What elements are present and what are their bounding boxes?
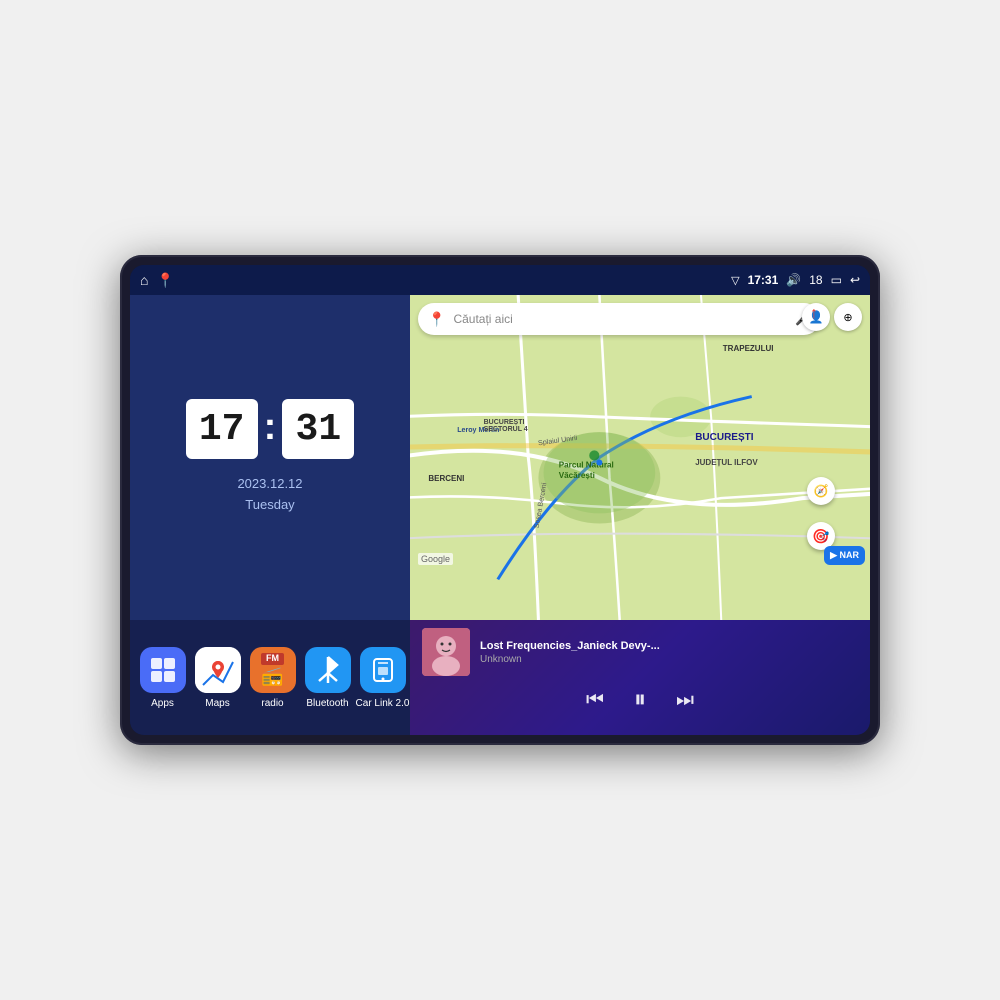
right-section: Parcul Natural Văcărești Leroy Merlin Sp… <box>410 295 870 735</box>
music-info: Lost Frequencies_Janieck Devy-... Unknow… <box>422 628 858 676</box>
app-item-radio[interactable]: FM 📻 radio <box>245 647 300 709</box>
prev-button[interactable]: ⏮ <box>586 689 604 712</box>
apps-label: Apps <box>151 698 174 709</box>
home-icon[interactable]: ⌂ <box>140 272 148 288</box>
app-item-carlink[interactable]: Car Link 2.0 <box>355 647 410 709</box>
status-left: ⌂ 📍 <box>140 272 174 289</box>
device-screen: ⌂ 📍 ▽ 17:31 🔊 18 ▭ ↩ 17 : <box>130 265 870 735</box>
carlink-icon <box>360 647 406 693</box>
main-content: 17 : 31 2023.12.12 Tuesday <box>130 295 870 735</box>
app-item-bluetooth[interactable]: Bluetooth <box>300 647 355 709</box>
music-artist: Unknown <box>480 654 858 665</box>
device-frame: ⌂ 📍 ▽ 17:31 🔊 18 ▭ ↩ 17 : <box>120 255 880 745</box>
bluetooth-label: Bluetooth <box>306 698 348 709</box>
location-nav-icon[interactable]: 📍 <box>156 272 173 289</box>
google-brand: Google <box>418 553 453 565</box>
app-item-maps[interactable]: Maps <box>190 647 245 709</box>
clock-hours: 17 <box>186 399 258 459</box>
music-details: Lost Frequencies_Janieck Devy-... Unknow… <box>480 640 858 665</box>
navigate-button[interactable]: ▶ NAR <box>824 546 865 565</box>
radio-label: radio <box>261 698 283 709</box>
bluetooth-icon <box>305 647 351 693</box>
svg-text:Leroy Merlin: Leroy Merlin <box>457 426 499 434</box>
map-searchbar[interactable]: 📍 Căutați aici 🎤 <box>418 303 820 335</box>
play-pause-button[interactable]: ⏸ <box>634 686 646 714</box>
layers-btn[interactable]: ⊕ <box>834 303 862 331</box>
maps-label: Maps <box>205 698 229 709</box>
music-title: Lost Frequencies_Janieck Devy-... <box>480 640 858 652</box>
svg-text:Parcul Natural: Parcul Natural <box>559 461 614 470</box>
maps-pin-icon: 📍 <box>428 311 445 328</box>
map-search-text: Căutați aici <box>453 312 512 326</box>
next-button[interactable]: ⏭ <box>676 689 694 712</box>
clock-colon: : <box>264 406 277 449</box>
clock-date: 2023.12.12 Tuesday <box>237 474 302 516</box>
status-bar: ⌂ 📍 ▽ 17:31 🔊 18 ▭ ↩ <box>130 265 870 295</box>
signal-icon: ▽ <box>731 274 739 287</box>
back-button[interactable]: ↩ <box>850 273 860 287</box>
app-item-apps[interactable]: Apps <box>135 647 190 709</box>
battery-icon: ▭ <box>831 273 842 287</box>
compass-button[interactable]: 🧭 <box>807 477 835 505</box>
music-player: Lost Frequencies_Janieck Devy-... Unknow… <box>410 620 870 735</box>
carlink-label: Car Link 2.0 <box>356 698 410 709</box>
time-display: 17:31 <box>748 273 779 287</box>
clock-display: 17 : 31 <box>186 399 355 459</box>
clock-minutes: 31 <box>282 399 354 459</box>
volume-level: 18 <box>809 273 822 287</box>
map-roads-svg: Parcul Natural Văcărești Leroy Merlin Sp… <box>410 295 870 620</box>
clock-widget: 17 : 31 2023.12.12 Tuesday <box>130 295 410 620</box>
volume-icon: 🔊 <box>786 273 801 287</box>
map-area[interactable]: Parcul Natural Văcărești Leroy Merlin Sp… <box>410 295 870 620</box>
radio-icon: FM 📻 <box>250 647 296 693</box>
apps-bar: Apps Maps <box>130 620 410 735</box>
map-background: Parcul Natural Văcărești Leroy Merlin Sp… <box>410 295 870 620</box>
apps-icon <box>140 647 186 693</box>
status-right: ▽ 17:31 🔊 18 ▭ ↩ <box>731 273 860 287</box>
svg-text:Văcărești: Văcărești <box>559 471 595 480</box>
music-controls: ⏮ ⏸ ⏭ <box>422 686 858 714</box>
maps-icon <box>195 647 241 693</box>
album-art <box>422 628 470 676</box>
north-indicator: ↑ <box>810 305 818 323</box>
left-panel: 17 : 31 2023.12.12 Tuesday <box>130 295 410 735</box>
